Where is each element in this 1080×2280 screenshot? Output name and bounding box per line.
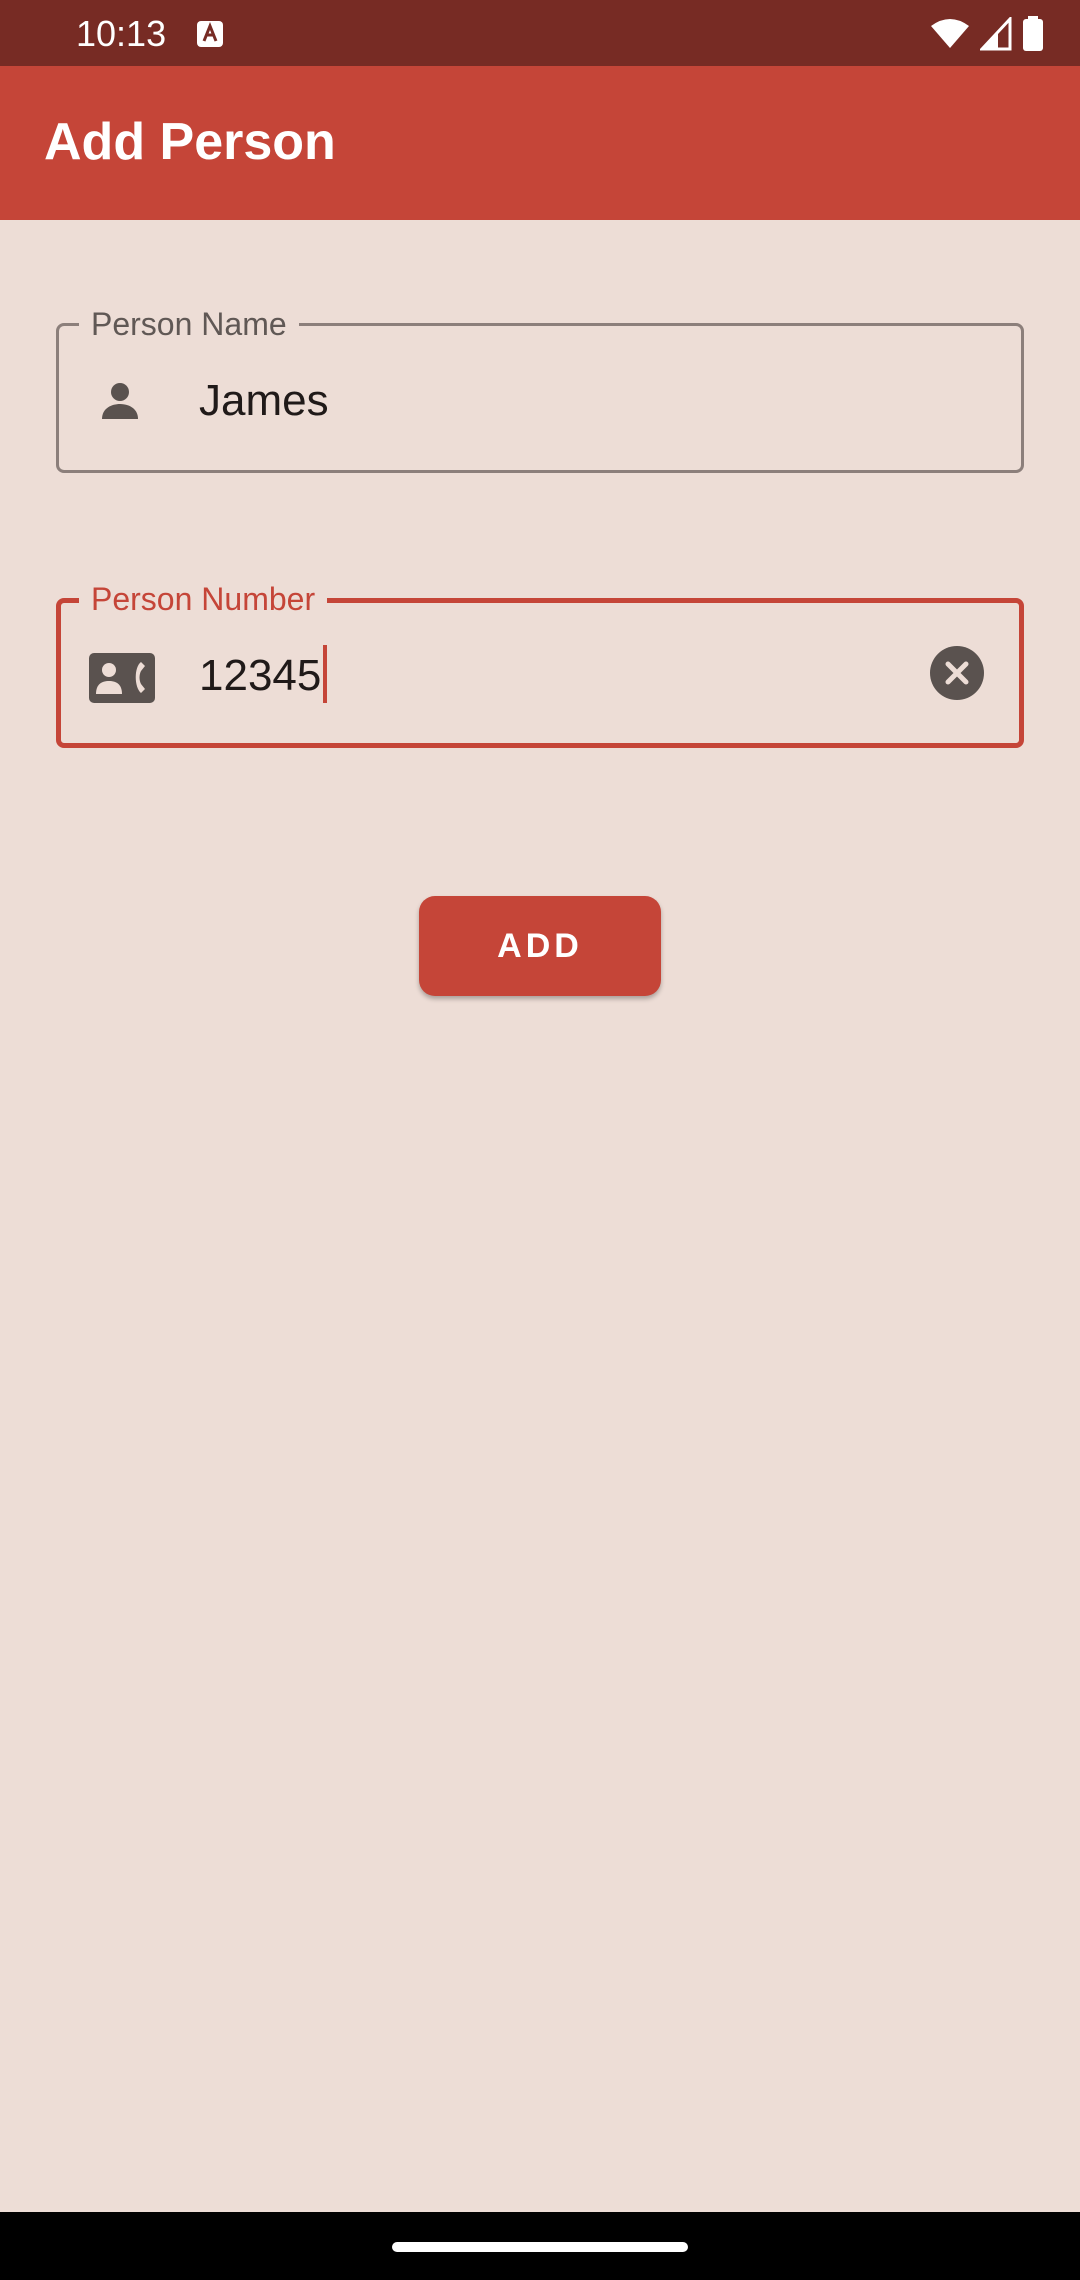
person-number-value: 12345 bbox=[199, 651, 322, 700]
clear-icon[interactable] bbox=[929, 645, 985, 701]
app-bar: Add Person bbox=[0, 66, 1080, 220]
person-number-label: Person Number bbox=[79, 579, 328, 619]
person-name-label: Person Name bbox=[79, 304, 299, 344]
home-handle[interactable] bbox=[392, 2242, 688, 2252]
person-name-field[interactable]: Person Name James bbox=[56, 304, 1024, 473]
page-title: Add Person bbox=[44, 113, 336, 171]
status-time: 10:13 bbox=[76, 13, 167, 54]
status-icons bbox=[930, 14, 1044, 54]
signal-icon bbox=[980, 17, 1012, 51]
add-button[interactable]: ADD bbox=[419, 896, 661, 996]
person-name-input[interactable]: James bbox=[199, 374, 329, 428]
contact-phone-icon bbox=[89, 651, 155, 705]
person-icon bbox=[87, 374, 153, 428]
battery-icon bbox=[1023, 16, 1043, 51]
navigation-bar bbox=[0, 2212, 1080, 2280]
status-bar: 10:13 bbox=[0, 0, 1080, 66]
person-number-field[interactable]: Person Number 12345 bbox=[56, 579, 1024, 748]
person-number-input[interactable]: 12345 bbox=[199, 645, 328, 707]
text-cursor bbox=[323, 645, 328, 704]
wifi-icon bbox=[931, 19, 969, 48]
keyboard-a-icon bbox=[197, 21, 223, 47]
